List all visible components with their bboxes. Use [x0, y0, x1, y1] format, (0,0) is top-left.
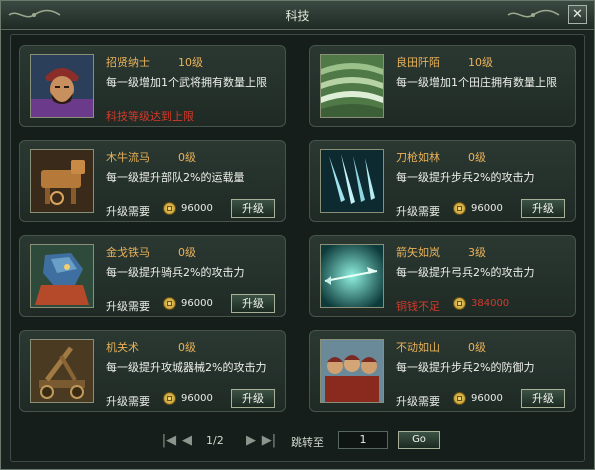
coin-icon: [453, 297, 466, 310]
cost-value: 96000: [181, 203, 213, 214]
cost-label: 升级需要: [396, 395, 440, 408]
prev-page-button[interactable]: ◀: [179, 434, 195, 448]
prev-page-icon: ◀: [182, 433, 192, 448]
general-portrait-icon: [30, 54, 94, 118]
title-bar: 科技 ✕: [1, 1, 594, 30]
cost-value: 96000: [181, 298, 213, 309]
tech-level: 0级: [178, 246, 196, 259]
tech-card-budong: 不动如山 0级 每一级提升步兵2%的防御力 升级需要 96000 升级: [309, 330, 576, 412]
tech-level: 10级: [178, 56, 203, 69]
coin-icon: [453, 392, 466, 405]
insufficient-funds-label: 铜钱不足: [396, 300, 440, 313]
tech-card-jinge: 金戈铁马 0级 每一级提升骑兵2%的攻击力 升级需要 96000 升级: [19, 235, 286, 317]
page-input[interactable]: 1: [338, 431, 388, 449]
tech-description: 每一级提升步兵2%的防御力: [396, 361, 535, 374]
last-page-icon: ▶|: [261, 433, 277, 448]
ornament-right-icon: [507, 9, 560, 18]
arrow-icon: [320, 244, 384, 308]
coin-icon: [163, 202, 176, 215]
jump-label: 跳转至: [291, 436, 324, 449]
tech-name: 刀枪如林: [396, 151, 440, 164]
tech-description: 每一级提升攻城器械2%的攻击力: [106, 361, 267, 374]
tech-name: 机关术: [106, 341, 139, 354]
page-indicator: 1/2: [206, 434, 224, 447]
upgrade-button[interactable]: 升级: [521, 199, 565, 218]
armored-horse-icon: [30, 244, 94, 308]
cost-label: 升级需要: [106, 300, 150, 313]
tech-level: 0级: [178, 341, 196, 354]
tech-description: 每一级增加1个田庄拥有数量上限: [396, 76, 557, 89]
tech-level: 3级: [468, 246, 486, 259]
coin-icon: [163, 297, 176, 310]
tech-level: 0级: [468, 151, 486, 164]
tech-name: 金戈铁马: [106, 246, 150, 259]
upgrade-button[interactable]: 升级: [231, 389, 275, 408]
tech-description: 每一级提升弓兵2%的攻击力: [396, 266, 535, 279]
tech-list-panel: 招贤纳士 10级 每一级增加1个武将拥有数量上限 科技等级达到上限 良田阡陌 1…: [10, 34, 585, 462]
wooden-ox-icon: [30, 149, 94, 213]
tech-name: 箭矢如岚: [396, 246, 440, 259]
tech-description: 每一级增加1个武将拥有数量上限: [106, 76, 267, 89]
tech-level: 0级: [468, 341, 486, 354]
next-page-icon: ▶: [246, 433, 256, 448]
tech-description: 每一级提升步兵2%的攻击力: [396, 171, 535, 184]
next-page-button[interactable]: ▶: [243, 434, 259, 448]
upgrade-button[interactable]: 升级: [521, 389, 565, 408]
close-button[interactable]: ✕: [568, 5, 587, 24]
tech-level: 10级: [468, 56, 493, 69]
close-icon: ✕: [572, 7, 583, 22]
upgrade-button[interactable]: 升级: [231, 199, 275, 218]
first-page-icon: |◀: [161, 433, 177, 448]
terraced-field-icon: [320, 54, 384, 118]
cost-value: 96000: [471, 203, 503, 214]
soldiers-icon: [320, 339, 384, 403]
cost-value: 96000: [181, 393, 213, 404]
catapult-icon: [30, 339, 94, 403]
tech-card-jianshi: 箭矢如岚 3级 每一级提升弓兵2%的攻击力 铜钱不足 384000: [309, 235, 576, 317]
coin-icon: [163, 392, 176, 405]
tech-description: 每一级提升部队2%的运载量: [106, 171, 245, 184]
tech-name: 招贤纳士: [106, 56, 150, 69]
tech-card-zhaoxian: 招贤纳士 10级 每一级增加1个武将拥有数量上限 科技等级达到上限: [19, 45, 286, 127]
tech-card-daoqiang: 刀枪如林 0级 每一级提升步兵2%的攻击力 升级需要 96000 升级: [309, 140, 576, 222]
pagination: |◀ ◀ 1/2 ▶ ▶| 跳转至 1 Go: [11, 431, 586, 457]
blades-icon: [320, 149, 384, 213]
first-page-button[interactable]: |◀: [161, 434, 177, 448]
tech-level: 0级: [178, 151, 196, 164]
max-level-status: 科技等级达到上限: [106, 110, 194, 123]
tech-card-jiguan: 机关术 0级 每一级提升攻城器械2%的攻击力 升级需要 96000 升级: [19, 330, 286, 412]
tech-card-muniu: 木牛流马 0级 每一级提升部队2%的运载量 升级需要 96000 升级: [19, 140, 286, 222]
coin-icon: [453, 202, 466, 215]
upgrade-button[interactable]: 升级: [231, 294, 275, 313]
tech-window: 科技 ✕ 招贤纳士 10级 每一级增加1个武将拥有数量上限 科技等级达到上限 良…: [0, 0, 595, 470]
tech-description: 每一级提升骑兵2%的攻击力: [106, 266, 245, 279]
go-button[interactable]: Go: [398, 431, 440, 449]
last-page-button[interactable]: ▶|: [261, 434, 277, 448]
tech-name: 木牛流马: [106, 151, 150, 164]
cost-label: 升级需要: [396, 205, 440, 218]
cost-value: 96000: [471, 393, 503, 404]
tech-name: 良田阡陌: [396, 56, 440, 69]
tech-name: 不动如山: [396, 341, 440, 354]
cost-value: 384000: [471, 298, 510, 309]
cost-label: 升级需要: [106, 395, 150, 408]
cost-label: 升级需要: [106, 205, 150, 218]
tech-card-liangtian: 良田阡陌 10级 每一级增加1个田庄拥有数量上限: [309, 45, 576, 127]
